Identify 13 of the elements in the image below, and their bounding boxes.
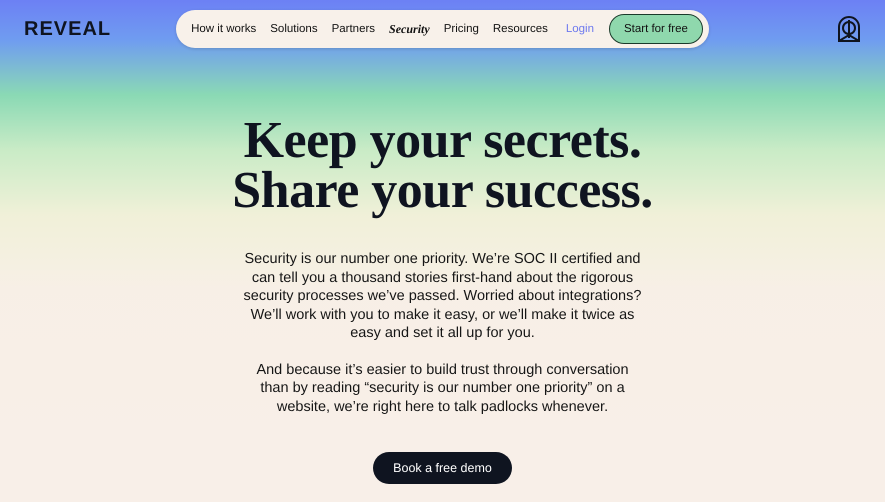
- arch-emblem-icon[interactable]: [836, 16, 861, 42]
- body-paragraph: And because it’s easier to build trust through conversation than by reading “security is our number one priority” on a website, we’re right here to talk padlocks whenever.: [255, 360, 630, 416]
- brand-logo[interactable]: REVEAL: [24, 18, 176, 40]
- nav-item[interactable]: How it works: [184, 23, 264, 35]
- nav-item[interactable]: Resources: [486, 23, 555, 35]
- demo-button[interactable]: Book a free demo: [373, 452, 512, 484]
- nav-item[interactable]: Partners: [324, 23, 382, 35]
- body-paragraph: Security is our number one priority. We’re SOC II certified and can tell you a thousand stories first-hand about the rigorous security processes we’ve passed. Worried about integrations? We’ll work with you to make it easy, or we’ll make it twice as easy and set it all up for you.: [242, 250, 642, 342]
- headline: Keep your secrets.: [242, 116, 642, 166]
- nav-item[interactable]: Security: [382, 22, 437, 36]
- nav-item[interactable]: Pricing: [436, 23, 486, 35]
- start-button[interactable]: Start for free: [608, 14, 703, 44]
- nav-item[interactable]: Solutions: [263, 23, 325, 35]
